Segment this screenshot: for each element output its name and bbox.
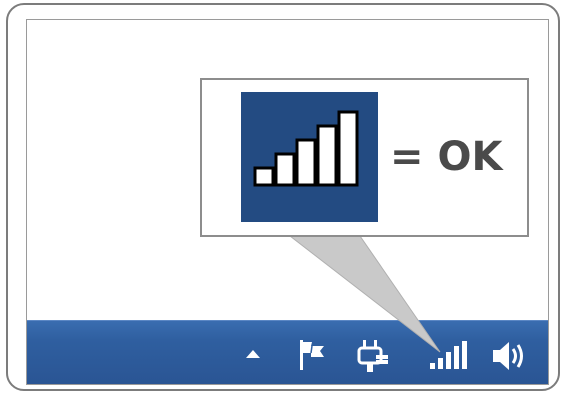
speaker-volume-icon[interactable] [490, 338, 530, 374]
network-signal-tile [241, 92, 378, 222]
network-signal-icon[interactable] [428, 340, 468, 372]
show-hidden-icons-arrow-icon[interactable] [244, 348, 262, 360]
status-ok-label: = OK [390, 134, 503, 180]
network-signal-enlarged-icon [253, 110, 359, 187]
callout-box: = OK [200, 78, 529, 237]
action-center-flag-icon[interactable] [298, 338, 328, 372]
power-plug-icon[interactable] [356, 338, 390, 374]
